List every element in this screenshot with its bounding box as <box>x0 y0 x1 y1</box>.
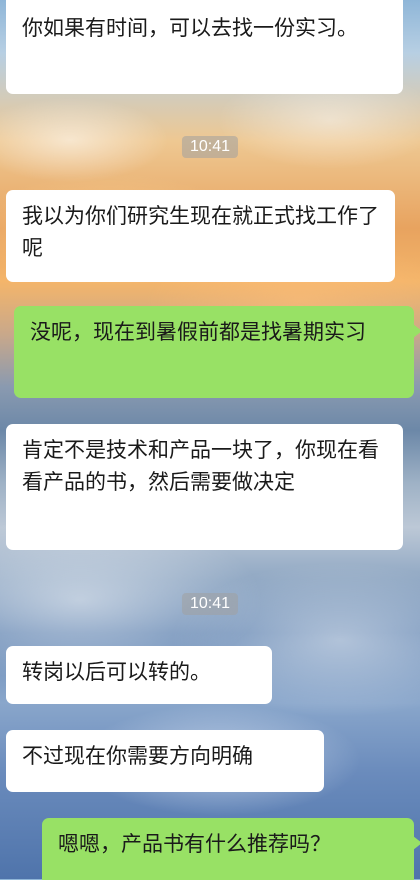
incoming-message-bubble[interactable]: 转岗以后可以转的。 <box>6 646 272 704</box>
incoming-message-bubble[interactable]: 你如果有时间，可以去找一份实习。 <box>6 0 403 94</box>
message-text: 嗯嗯，产品书有什么推荐吗？ <box>58 832 331 856</box>
timestamp: 10:41 <box>181 593 239 615</box>
message-text: 肯定不是技术和产品一块了，你现在看看产品的书，然后需要做决定 <box>22 438 379 494</box>
message-text: 转岗以后可以转的。 <box>22 660 211 684</box>
outgoing-message-bubble[interactable]: 嗯嗯，产品书有什么推荐吗？ <box>42 818 420 880</box>
message-text: 你如果有时间，可以去找一份实习。 <box>22 16 358 40</box>
timestamp: 10:41 <box>181 136 239 158</box>
incoming-message-bubble[interactable]: 肯定不是技术和产品一块了，你现在看看产品的书，然后需要做决定 <box>6 424 403 550</box>
incoming-message-bubble[interactable]: 我以为你们研究生现在就正式找工作了呢 <box>6 190 395 282</box>
message-text: 我以为你们研究生现在就正式找工作了呢 <box>22 204 379 260</box>
message-text: 没呢，现在到暑假前都是找暑期实习 <box>30 320 366 344</box>
incoming-message-bubble[interactable]: 不过现在你需要方向明确 <box>6 730 324 792</box>
message-text: 不过现在你需要方向明确 <box>22 744 253 768</box>
outgoing-message-bubble[interactable]: 没呢，现在到暑假前都是找暑期实习 <box>14 306 420 398</box>
